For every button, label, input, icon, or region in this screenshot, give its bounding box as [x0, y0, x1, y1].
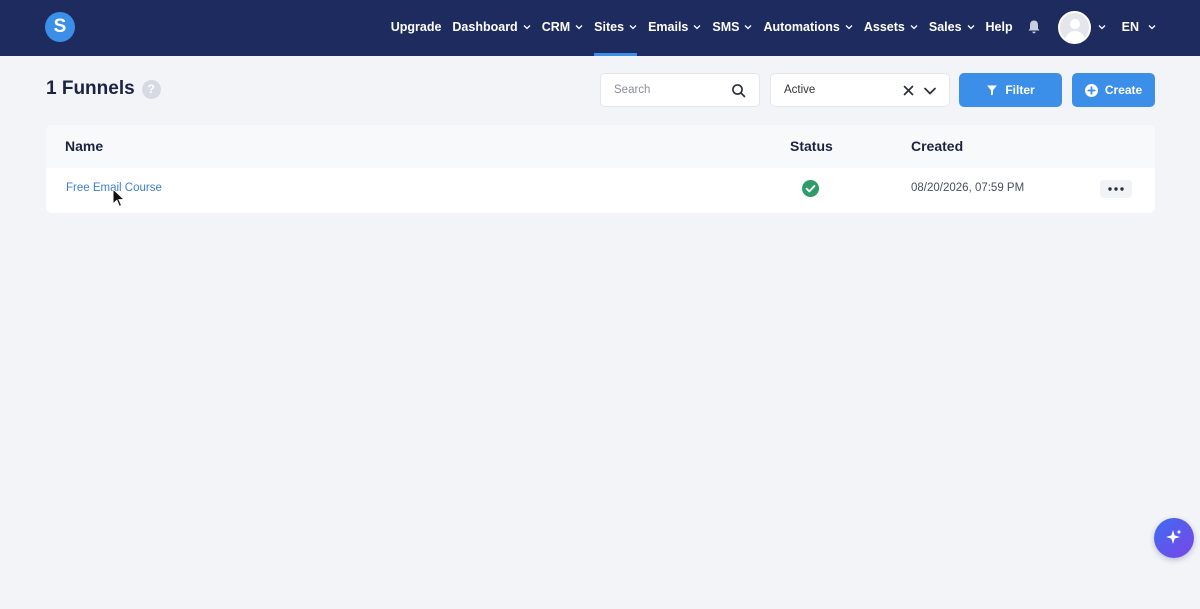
ai-assistant-button[interactable]	[1154, 518, 1194, 558]
create-button[interactable]: Create	[1072, 73, 1155, 107]
filter-icon	[987, 85, 998, 96]
created-date: 08/20/2026, 07:59 PM	[911, 182, 1025, 194]
nav-item-crm[interactable]: CRM	[542, 0, 583, 54]
row-actions-button[interactable]	[1100, 180, 1132, 198]
nav-item-label: Automations	[763, 20, 840, 34]
bell-icon[interactable]	[1026, 19, 1042, 35]
nav-item-help[interactable]: Help	[986, 0, 1013, 54]
nav-item-label: Dashboard	[452, 20, 518, 34]
nav-item-emails[interactable]: Emails	[648, 0, 701, 54]
chevron-down-icon	[1148, 25, 1156, 30]
status-filter-value: Active	[784, 84, 816, 96]
language-label: EN	[1121, 20, 1139, 34]
nav-item-label: Sales	[928, 20, 962, 34]
nav-item-upgrade[interactable]: Upgrade	[391, 0, 442, 54]
chevron-down-icon	[629, 25, 637, 30]
mouse-cursor-icon	[112, 188, 126, 208]
check-circle-icon	[802, 180, 819, 197]
plus-circle-icon	[1084, 83, 1098, 97]
nav-item-label: Help	[985, 20, 1013, 34]
question-icon[interactable]: ?	[141, 79, 161, 99]
avatar-icon[interactable]	[1057, 10, 1091, 44]
chevron-down-icon	[910, 25, 918, 30]
nav-item-dashboard[interactable]: Dashboard	[452, 0, 531, 54]
nav-item-automations[interactable]: Automations	[763, 0, 853, 54]
chevron-down-icon	[845, 25, 853, 30]
nav-item-label: Sites	[594, 20, 625, 34]
filter-button-label: Filter	[1005, 83, 1035, 97]
nav-item-sms[interactable]: SMS	[712, 0, 752, 54]
language-selector[interactable]: EN	[1122, 0, 1156, 54]
chevron-down-icon	[523, 25, 531, 30]
chevron-down-icon[interactable]	[923, 85, 937, 97]
sparkle-icon	[1166, 529, 1182, 544]
nav-item-assets[interactable]: Assets	[864, 0, 918, 54]
nav-item-label: SMS	[712, 20, 740, 34]
nav-item-label: Upgrade	[390, 20, 442, 34]
nav-item-label: Emails	[648, 20, 689, 34]
page-title-text: 1 Funnels	[46, 78, 135, 99]
nav-item-label: CRM	[541, 20, 571, 34]
page-title: 1 Funnels ?	[46, 78, 161, 100]
more-horizontal-icon	[1108, 187, 1124, 191]
search-field[interactable]	[600, 73, 760, 107]
nav-item-sites[interactable]: Sites	[594, 0, 637, 56]
top-navbar: S Upgrade Dashboard CRM Sites Emails SMS…	[0, 0, 1200, 56]
chevron-down-icon	[693, 25, 701, 30]
logo-icon[interactable]: S	[45, 12, 75, 42]
nav-menu: Upgrade Dashboard CRM Sites Emails SMS A…	[380, 0, 1156, 56]
filter-button[interactable]: Filter	[959, 73, 1062, 107]
funnels-table: Name Status Created Free Email Course 08…	[46, 125, 1155, 213]
column-header-created[interactable]: Created	[911, 138, 963, 154]
nav-item-sales[interactable]: Sales	[929, 0, 975, 54]
chevron-down-icon	[967, 25, 974, 30]
status-filter-select[interactable]: Active	[770, 73, 950, 107]
create-button-label: Create	[1104, 83, 1143, 97]
close-icon[interactable]	[902, 84, 915, 97]
chevron-down-icon	[575, 25, 583, 30]
nav-item-label: Assets	[863, 20, 905, 34]
table-row[interactable]: Free Email Course 08/20/2026, 07:59 PM	[46, 168, 1155, 213]
search-icon[interactable]	[731, 83, 746, 98]
column-header-status[interactable]: Status	[790, 138, 833, 154]
table-header: Name Status Created	[46, 125, 1155, 168]
column-header-name[interactable]: Name	[65, 138, 103, 154]
chevron-down-icon	[745, 25, 752, 30]
chevron-down-icon[interactable]	[1098, 23, 1106, 31]
search-input[interactable]	[614, 84, 724, 96]
